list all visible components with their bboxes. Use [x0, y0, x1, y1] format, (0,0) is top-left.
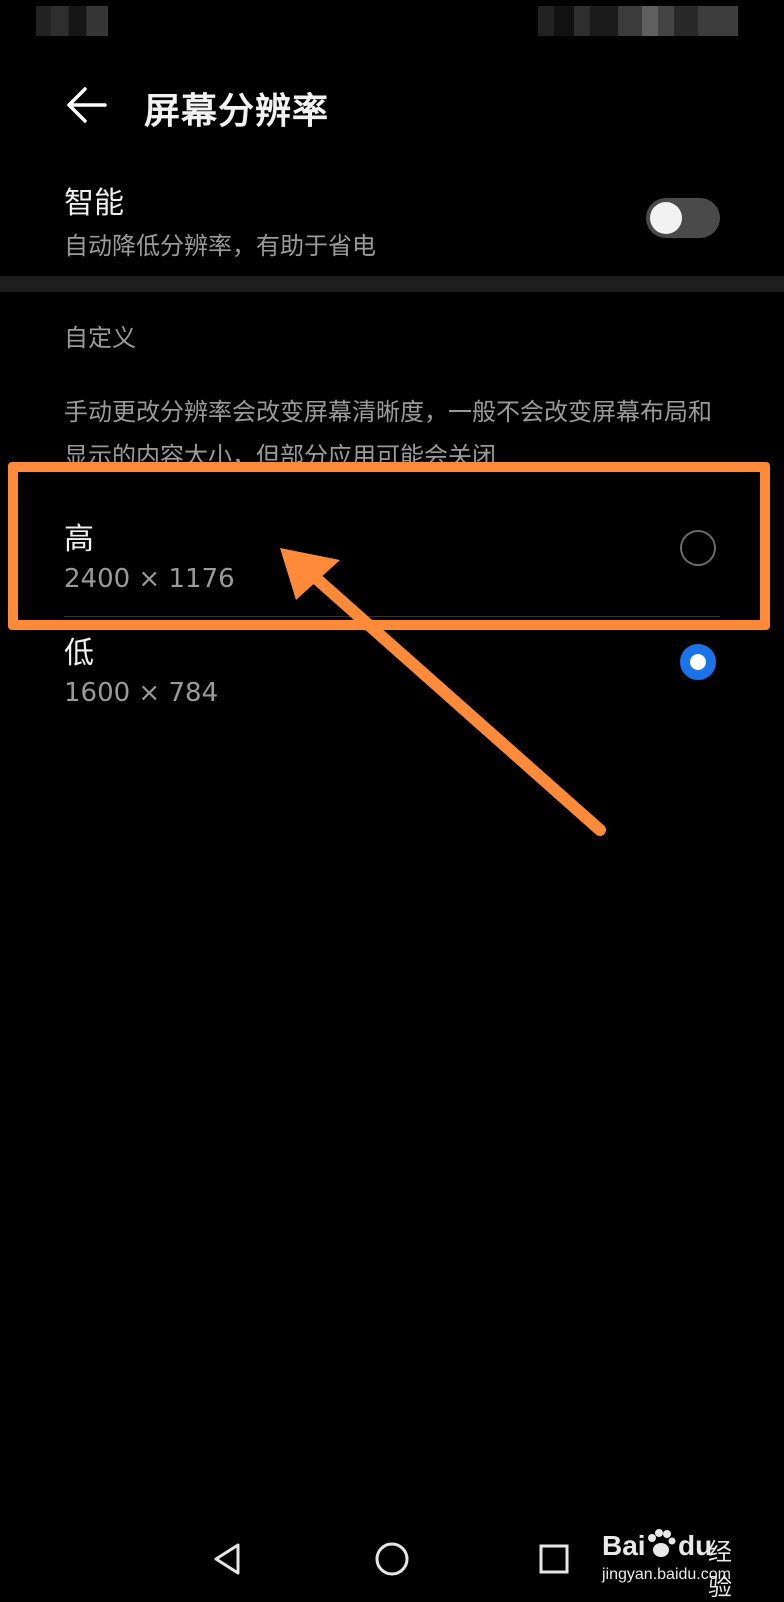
annotation-arrow-icon	[280, 548, 606, 836]
nav-recent-button[interactable]	[529, 1534, 579, 1584]
nav-home-button[interactable]	[367, 1534, 417, 1584]
triangle-back-icon	[214, 1543, 240, 1575]
circle-home-icon	[375, 1542, 409, 1576]
watermark-brand: Bai	[602, 1530, 646, 1561]
paw-logo-icon	[648, 1529, 676, 1557]
baidu-jingyan-watermark: Bai du 经验 jingyan.baidu.com	[598, 1528, 748, 1601]
watermark-url: jingyan.baidu.com	[602, 1566, 731, 1583]
nav-back-button[interactable]	[202, 1534, 252, 1584]
square-recent-icon	[539, 1544, 569, 1574]
